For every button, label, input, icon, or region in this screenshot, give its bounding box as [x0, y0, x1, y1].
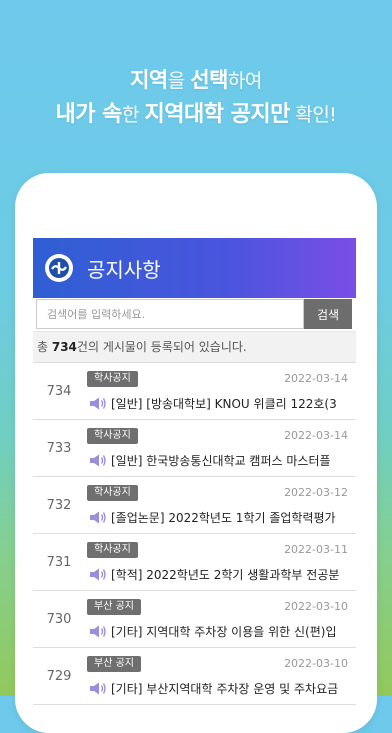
category-badge: 부산 공지	[87, 599, 141, 615]
promo-text: 확인!	[289, 104, 337, 126]
notice-title: [기타] 부산지역대학 주차장 운영 및 주차요금	[111, 682, 339, 696]
notice-title: [졸업논문] 2022학년도 1학기 졸업학력평가	[111, 511, 336, 525]
notice-number: 731	[46, 555, 72, 570]
notice-title-line: [기타] 부산지역대학 주차장 운영 및 주차요금	[89, 680, 352, 697]
category-badge: 학사공지	[87, 542, 138, 558]
notice-row[interactable]: 731 학사공지 2022-03-11 [학적] 2022학년도 2학기 생활과…	[33, 534, 356, 591]
category-badge: 학사공지	[87, 428, 138, 444]
notice-title-line: [졸업논문] 2022학년도 1학기 졸업학력평가	[89, 509, 352, 526]
notice-title-line: [기타] 지역대학 주차장 이용을 위한 신(편)입	[89, 623, 352, 640]
notice-date: 2022-03-14	[284, 372, 348, 385]
page-title: 공지사항	[87, 257, 161, 282]
promo-text: 내가 속	[55, 102, 123, 127]
promo-headline-2: 내가 속한 지역대학 공지만 확인!	[0, 96, 392, 128]
search-bar: 검색	[33, 298, 356, 332]
promo-text: 을	[167, 70, 191, 92]
speaker-icon	[90, 625, 106, 638]
notice-title: [일반] 한국방송통신대학교 캠퍼스 마스터플	[111, 454, 331, 468]
promo-text: 하여	[227, 70, 262, 92]
speaker-icon	[90, 511, 106, 524]
count-value: 734	[51, 340, 77, 354]
speaker-icon	[90, 568, 106, 581]
count-prefix: 총	[37, 340, 52, 354]
category-badge: 학사공지	[87, 485, 138, 501]
notice-number: 732	[46, 498, 72, 513]
speaker-icon	[90, 454, 106, 467]
notice-date: 2022-03-10	[284, 600, 348, 613]
notice-title: [기타] 지역대학 주차장 이용을 위한 신(편)입	[111, 625, 337, 639]
notice-row[interactable]: 729 부산 공지 2022-03-10 [기타] 부산지역대학 주차장 운영 …	[33, 648, 356, 705]
notice-date: 2022-03-11	[284, 543, 348, 556]
notice-number: 730	[46, 612, 72, 627]
notice-row[interactable]: 733 학사공지 2022-03-14 [일반] 한국방송통신대학교 캠퍼스 마…	[33, 420, 356, 477]
notice-row[interactable]: 730 부산 공지 2022-03-10 [기타] 지역대학 주차장 이용을 위…	[33, 591, 356, 648]
app-screen: 공지사항 검색 총 734건의 게시물이 등록되어 있습니다. 734 학사공지…	[33, 238, 356, 708]
category-badge: 부산 공지	[87, 656, 141, 672]
app-header: 공지사항	[33, 238, 356, 298]
notice-row[interactable]: 734 학사공지 2022-03-14 [일반] [방송대학보] KNOU 위클…	[33, 363, 356, 420]
promo-text: 한	[121, 104, 145, 126]
promo-text: 지역	[130, 68, 168, 92]
notice-number: 733	[46, 441, 72, 456]
notice-title: [학적] 2022학년도 2학기 생활과학부 전공분	[111, 568, 340, 582]
category-badge: 학사공지	[87, 371, 138, 387]
speaker-icon	[90, 397, 106, 410]
post-count: 총 734건의 게시물이 등록되어 있습니다.	[33, 332, 356, 363]
search-input[interactable]	[36, 299, 304, 329]
notice-title-line: [일반] [방송대학보] KNOU 위클리 122호(3	[89, 395, 352, 412]
notice-title-line: [일반] 한국방송통신대학교 캠퍼스 마스터플	[89, 452, 352, 469]
count-suffix: 건의 게시물이 등록되어 있습니다.	[76, 340, 247, 354]
notice-title-line: [학적] 2022학년도 2학기 생활과학부 전공분	[89, 566, 352, 583]
notice-title: [일반] [방송대학보] KNOU 위클리 122호(3	[111, 397, 337, 411]
notice-date: 2022-03-10	[284, 657, 348, 670]
promo-headline-1: 지역을 선택하여	[0, 64, 392, 94]
promo-text: 선택	[190, 68, 228, 92]
speaker-icon	[90, 682, 106, 695]
notice-date: 2022-03-14	[284, 429, 348, 442]
search-button[interactable]: 검색	[304, 299, 352, 329]
notice-number: 734	[46, 384, 72, 399]
notice-number: 729	[46, 669, 72, 684]
promo-text: 지역대학 공지만	[144, 102, 290, 127]
notice-list: 734 학사공지 2022-03-14 [일반] [방송대학보] KNOU 위클…	[33, 363, 356, 705]
university-logo-icon[interactable]	[45, 254, 73, 282]
notice-row[interactable]: 732 학사공지 2022-03-12 [졸업논문] 2022학년도 1학기 졸…	[33, 477, 356, 534]
notice-date: 2022-03-12	[284, 486, 348, 499]
